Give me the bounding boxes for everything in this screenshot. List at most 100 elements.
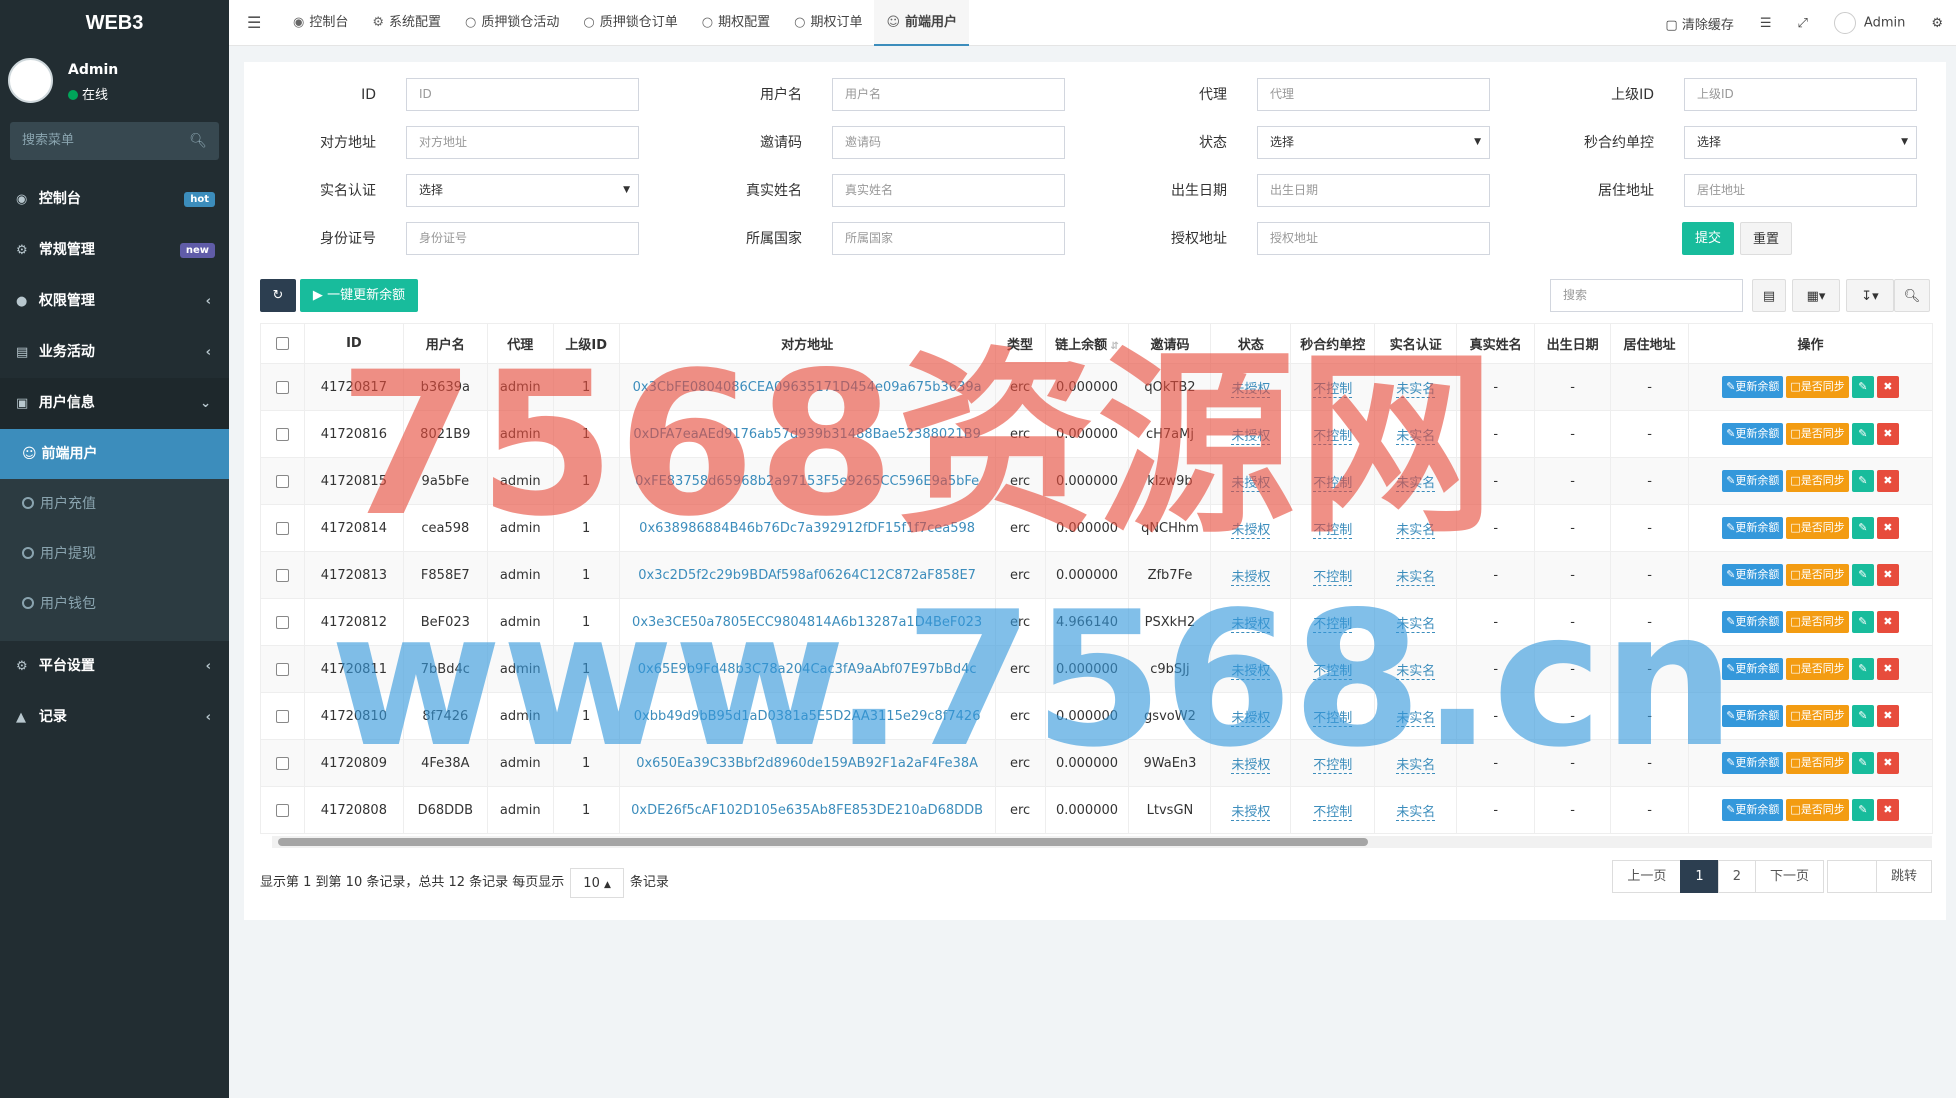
edit-button[interactable]: ✎ xyxy=(1851,517,1874,539)
ctrl-link[interactable]: 不控制 xyxy=(1313,616,1353,633)
row-checkbox[interactable] xyxy=(275,380,289,394)
auth-link[interactable]: 未实名 xyxy=(1396,428,1436,445)
edit-button[interactable]: ✎ xyxy=(1851,752,1874,774)
delete-button[interactable]: ✖ xyxy=(1876,564,1899,586)
id-input[interactable]: ID xyxy=(406,78,639,111)
sidebar-item-withdraw[interactable]: 用户提现 xyxy=(0,529,229,579)
jump-page-input[interactable] xyxy=(1826,860,1877,893)
username-input[interactable]: 用户名 xyxy=(832,78,1065,111)
tab-dashboard[interactable]: ◉ 控制台 xyxy=(281,0,360,46)
sidebar-item-records[interactable]: ▲ 记录 ‹ xyxy=(0,692,229,743)
address-link[interactable]: 0xbb49d9bB95d1aD0381a5E5D2AA3115e29c8f74… xyxy=(634,709,981,724)
reset-button[interactable]: 重置 xyxy=(1740,222,1792,255)
auth-link[interactable]: 未实名 xyxy=(1396,710,1436,727)
ctrl-link[interactable]: 不控制 xyxy=(1313,710,1353,727)
edit-button[interactable]: ✎ xyxy=(1851,564,1874,586)
delete-button[interactable]: ✖ xyxy=(1876,705,1899,727)
col-invite[interactable]: 邀请码 xyxy=(1128,323,1212,364)
export-button[interactable]: ↧▾ xyxy=(1846,279,1894,312)
advanced-search-button[interactable]: 🔍︎ xyxy=(1894,279,1930,312)
delete-button[interactable]: ✖ xyxy=(1876,658,1899,680)
status-link[interactable]: 未授权 xyxy=(1231,381,1271,398)
realname-input[interactable]: 真实姓名 xyxy=(832,174,1065,207)
residence-input[interactable]: 居住地址 xyxy=(1684,174,1917,207)
delete-button[interactable]: ✖ xyxy=(1876,470,1899,492)
status-link[interactable]: 未授权 xyxy=(1231,757,1271,774)
row-checkbox[interactable] xyxy=(275,474,289,488)
col-address[interactable]: 对方地址 xyxy=(618,323,996,364)
delete-button[interactable]: ✖ xyxy=(1876,611,1899,633)
update-balance-button[interactable]: ✎更新余额 xyxy=(1722,517,1784,539)
row-select-cell[interactable] xyxy=(260,786,305,834)
sidebar-item-userinfo[interactable]: ▣ 用户信息 ⌄ xyxy=(0,378,229,429)
update-balance-button[interactable]: ✎更新余额 xyxy=(1722,611,1784,633)
page-size-select[interactable]: 10 ▲ xyxy=(570,868,624,898)
update-balance-button[interactable]: ✎更新余额 xyxy=(1722,752,1784,774)
row-select-cell[interactable] xyxy=(260,363,305,411)
sidebar-item-platform[interactable]: ⚙ 平台设置 ‹ xyxy=(0,641,229,692)
page-2-button[interactable]: 2 xyxy=(1717,860,1756,893)
sidebar-item-wallet[interactable]: 用户钱包 xyxy=(0,579,229,629)
sync-button[interactable]: □是否同步 xyxy=(1786,705,1849,727)
status-link[interactable]: 未授权 xyxy=(1231,522,1271,539)
fullscreen-icon[interactable]: ⤢ xyxy=(1785,16,1821,31)
sync-button[interactable]: □是否同步 xyxy=(1786,564,1849,586)
auth-link[interactable]: 未实名 xyxy=(1396,522,1436,539)
update-balance-button[interactable]: ✎更新余额 xyxy=(1722,564,1784,586)
address-link[interactable]: 0x3e3CE50a7805ECC9804814A6b13287a1D4BeF0… xyxy=(632,615,982,630)
sidebar-item-recharge[interactable]: 用户充值 xyxy=(0,479,229,529)
tab-staking-activity[interactable]: ○ 质押锁仓活动 xyxy=(453,0,571,46)
col-username[interactable]: 用户名 xyxy=(402,323,488,364)
auth-link[interactable]: 未实名 xyxy=(1396,663,1436,680)
row-select-cell[interactable] xyxy=(260,645,305,693)
col-id[interactable]: ID xyxy=(303,323,404,364)
row-checkbox[interactable] xyxy=(275,568,289,582)
sidebar-item-business[interactable]: ▤ 业务活动 ‹ xyxy=(0,327,229,378)
prev-page-button[interactable]: 上一页 xyxy=(1612,860,1682,893)
col-realname[interactable]: 真实姓名 xyxy=(1456,323,1536,364)
status-link[interactable]: 未授权 xyxy=(1231,710,1271,727)
row-select-cell[interactable] xyxy=(260,598,305,646)
status-link[interactable]: 未授权 xyxy=(1231,663,1271,680)
columns-button[interactable]: ▦▾ xyxy=(1792,279,1840,312)
address-link[interactable]: 0xDE26f5cAF102D105e635Ab8FE853DE210aD68D… xyxy=(631,803,983,818)
edit-button[interactable]: ✎ xyxy=(1851,376,1874,398)
update-all-balance-button[interactable]: ▶ 一键更新余额 xyxy=(300,279,418,312)
col-balance[interactable]: 链上余额 ⇵ xyxy=(1044,323,1130,364)
ctrl-link[interactable]: 不控制 xyxy=(1313,757,1353,774)
sync-button[interactable]: □是否同步 xyxy=(1786,799,1849,821)
toggle-view-button[interactable]: ▤ xyxy=(1752,279,1786,312)
row-select-cell[interactable] xyxy=(260,504,305,552)
address-link[interactable]: 0x3CbFE0804086CEA09635171D454e09a675b363… xyxy=(633,380,982,395)
jump-button[interactable]: 跳转 xyxy=(1875,860,1932,893)
address-link[interactable]: 0x65E9b9Fd48b3C78a204Cac3fA9aAbf07E97bBd… xyxy=(638,662,977,677)
tab-system-config[interactable]: ⚙ 系统配置 xyxy=(360,0,453,46)
sidebar-item-dashboard[interactable]: ◉ 控制台 hot xyxy=(0,174,229,225)
address-link[interactable]: 0x638986884B46b76Dc7a392912fDF15f1f7cea5… xyxy=(639,521,975,536)
col-status[interactable]: 状态 xyxy=(1210,323,1292,364)
ctrl-link[interactable]: 不控制 xyxy=(1313,381,1353,398)
language-icon[interactable]: ☰ xyxy=(1747,16,1785,31)
update-balance-button[interactable]: ✎更新余额 xyxy=(1722,799,1784,821)
submit-button[interactable]: 提交 xyxy=(1682,222,1734,255)
address-link[interactable]: 0xFE83758d65968b2a97153F5e9265CC596E9a5b… xyxy=(635,474,979,489)
app-logo[interactable]: WEB3 xyxy=(0,0,229,46)
birth-date-input[interactable]: 出生日期 xyxy=(1257,174,1490,207)
menu-toggle-icon[interactable]: ☰ xyxy=(247,0,261,46)
col-agent[interactable]: 代理 xyxy=(486,323,554,364)
auth-link[interactable]: 未实名 xyxy=(1396,569,1436,586)
tab-frontend-users[interactable]: ☺ 前端用户 xyxy=(874,0,970,46)
next-page-button[interactable]: 下一页 xyxy=(1754,860,1824,893)
delete-button[interactable]: ✖ xyxy=(1876,752,1899,774)
clear-cache-button[interactable]: ▢ 清除缓存 xyxy=(1652,14,1746,33)
update-balance-button[interactable]: ✎更新余额 xyxy=(1722,658,1784,680)
update-balance-button[interactable]: ✎更新余额 xyxy=(1722,470,1784,492)
sync-button[interactable]: □是否同步 xyxy=(1786,423,1849,445)
horizontal-scrollbar[interactable] xyxy=(272,836,1932,848)
sidebar-search-input[interactable]: 搜索菜单 🔍︎ xyxy=(10,122,219,160)
status-link[interactable]: 未授权 xyxy=(1231,428,1271,445)
edit-button[interactable]: ✎ xyxy=(1851,423,1874,445)
row-checkbox[interactable] xyxy=(275,427,289,441)
scrollbar-thumb[interactable] xyxy=(278,838,1368,846)
auth-link[interactable]: 未实名 xyxy=(1396,804,1436,821)
